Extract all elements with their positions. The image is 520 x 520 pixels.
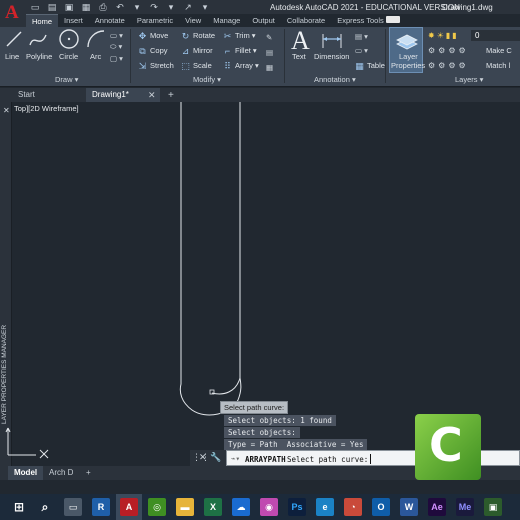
camtasia-c-icon: C — [429, 418, 463, 472]
photoshop-icon[interactable]: Ps — [288, 498, 306, 516]
status-bar-area — [0, 480, 520, 494]
task-view-icon[interactable]: ▭ — [64, 498, 82, 516]
file-explorer-icon[interactable]: ▬ — [176, 498, 194, 516]
command-prompt: Select path curve: — [287, 455, 369, 464]
text-caret — [370, 454, 371, 464]
recent-commands-icon[interactable]: ⌁▾ — [231, 454, 240, 463]
after-effects-icon[interactable]: Ae — [428, 498, 446, 516]
app-icon[interactable]: ▣ — [484, 498, 502, 516]
start-windows-icon[interactable]: ⊞ — [10, 498, 28, 516]
customize-wrench-icon[interactable]: 🔧 — [210, 452, 221, 463]
tab-model[interactable]: Model — [8, 466, 44, 480]
chrome-icon[interactable]: ◔ — [344, 498, 362, 516]
add-layout-icon[interactable]: + — [80, 466, 97, 480]
photos-icon[interactable]: ◉ — [260, 498, 278, 516]
close-icon[interactable]: ✕ — [199, 452, 207, 463]
windows-taskbar: ⊞ ⌕ ▭ R A ◎ ▬ X ☁ ◉ Ps e ◔ O W Ae Me ▣ — [0, 494, 520, 520]
word-icon[interactable]: W — [400, 498, 418, 516]
command-name: ARRAYPATH — [245, 455, 286, 464]
autocad-window: ▭ ▤ ▣ ▦ ⎙ ↶ ▾ ↷ ▾ ↗ ▾ Autodesk AutoCAD 2… — [0, 0, 520, 520]
command-tooltip: Select path curve: — [220, 401, 289, 414]
search-icon[interactable]: ⌕ — [36, 498, 54, 516]
command-history-line-3: Type = Path Associative = Yes — [224, 439, 368, 450]
arc-segment — [211, 377, 241, 395]
autocad-taskbar-icon[interactable]: A — [120, 498, 138, 516]
onedrive-icon[interactable]: ☁ — [232, 498, 250, 516]
ucs-icon — [5, 427, 49, 459]
revit-icon[interactable]: R — [92, 498, 110, 516]
command-line-tools: ⋮⋮ ✕ 🔧 — [190, 450, 226, 466]
media-encoder-icon[interactable]: Me — [456, 498, 474, 516]
camtasia-logo-icon: C — [415, 414, 481, 480]
excel-icon[interactable]: X — [204, 498, 222, 516]
camtasia-taskbar-icon[interactable]: ◎ — [148, 498, 166, 516]
command-history-line-2: Select objects: — [224, 427, 300, 438]
edge-icon[interactable]: e — [316, 498, 334, 516]
path-curve — [179, 102, 242, 416]
outlook-icon[interactable]: O — [372, 498, 390, 516]
command-history-line-1: Select objects: 1 found — [224, 415, 336, 426]
tab-arch-d[interactable]: Arch D — [43, 466, 79, 480]
